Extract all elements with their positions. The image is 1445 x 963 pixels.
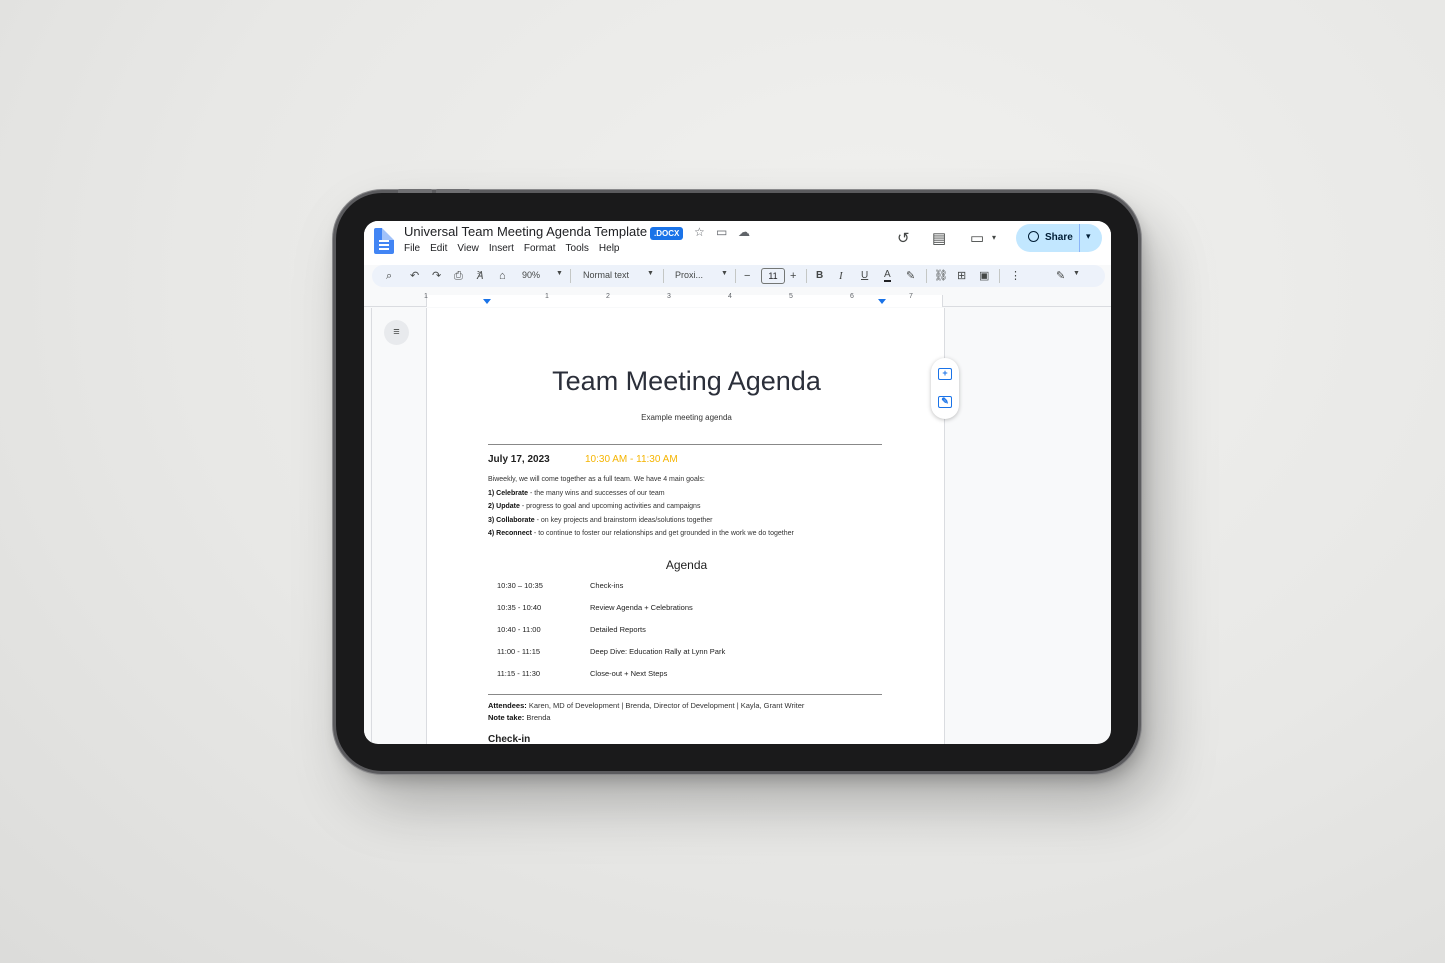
document-page[interactable]: Team Meeting Agenda Example meeting agen…	[426, 308, 945, 744]
ruler-number: 6	[850, 293, 854, 300]
decrease-font-size-button[interactable]: −	[744, 269, 750, 283]
redo-icon[interactable]: ↷	[432, 269, 441, 283]
chevron-down-icon[interactable]: ▼	[647, 270, 654, 277]
underline-button[interactable]: U	[861, 269, 868, 283]
insert-image-icon[interactable]: ▣	[979, 269, 989, 283]
formatting-toolbar: ⌕ ↶ ↷ ⎙ Ꞻ ⌂ 90% ▼ Normal text ▼ Proxi...…	[372, 265, 1105, 287]
share-button[interactable]: Share ▾	[1016, 224, 1102, 252]
menu-format[interactable]: Format	[524, 243, 556, 254]
comments-icon[interactable]: ▤	[932, 229, 946, 247]
document-heading: Team Meeting Agenda	[552, 366, 821, 396]
note-taker-line: Note take: Brenda	[488, 713, 551, 722]
goal-item: 4) Reconnect - to continue to foster our…	[488, 530, 794, 537]
insert-link-icon[interactable]: ⛓	[934, 269, 948, 283]
document-subtitle: Example meeting agenda	[641, 413, 732, 422]
horizontal-ruler[interactable]: 1 1 2 3 4 5 6 7	[364, 291, 1111, 307]
ruler-number: 1	[545, 293, 549, 300]
increase-font-size-button[interactable]: +	[790, 269, 796, 283]
version-history-icon[interactable]: ↺	[897, 229, 910, 247]
agenda-item: Close-out + Next Steps	[590, 669, 668, 678]
add-comment-icon[interactable]: +	[938, 368, 952, 380]
ruler-number: 3	[667, 293, 671, 300]
suggest-edits-icon[interactable]: ✎	[938, 396, 952, 408]
more-options-icon[interactable]: ⋮	[1010, 269, 1021, 283]
divider	[488, 444, 882, 445]
cloud-status-icon[interactable]: ☁	[738, 225, 750, 239]
menu-bar: File Edit View Insert Format Tools Help	[404, 243, 619, 254]
menu-insert[interactable]: Insert	[489, 243, 514, 254]
agenda-item: Check-ins	[590, 581, 624, 590]
meeting-date: July 17, 2023	[488, 454, 550, 465]
agenda-time: 11:00 - 11:15	[497, 647, 541, 656]
paint-format-icon[interactable]: ⌂	[499, 269, 506, 283]
italic-button[interactable]: I	[839, 269, 843, 283]
meeting-time: 10:30 AM - 11:30 AM	[585, 454, 678, 465]
ruler-number: 7	[909, 293, 913, 300]
menu-tools[interactable]: Tools	[566, 243, 589, 254]
left-indent-marker[interactable]	[483, 299, 491, 304]
goal-item: 1) Celebrate - the many wins and success…	[488, 490, 665, 497]
document-outline-button[interactable]: ≡	[384, 320, 409, 345]
search-menus-icon[interactable]: ⌕	[386, 269, 392, 283]
floating-comment-actions: + ✎	[931, 358, 959, 419]
paragraph-style-select[interactable]: Normal text	[583, 270, 629, 280]
check-in-heading: Check-in	[488, 734, 531, 744]
menu-view[interactable]: View	[457, 243, 479, 254]
ruler-number: 1	[424, 293, 428, 300]
goal-item: 2) Update - progress to goal and upcomin…	[488, 503, 701, 510]
right-indent-marker[interactable]	[878, 299, 886, 304]
attendees-line: Attendees: Karen, MD of Development | Br…	[488, 701, 805, 710]
agenda-time: 10:30 – 10:35	[497, 581, 543, 590]
zoom-select[interactable]: 90%	[522, 270, 540, 280]
share-label: Share	[1045, 232, 1073, 243]
intro-text: Biweekly, we will come together as a ful…	[488, 476, 705, 483]
bold-button[interactable]: B	[816, 269, 823, 283]
agenda-time: 10:40 - 11:00	[497, 625, 541, 634]
globe-icon	[1028, 231, 1039, 242]
agenda-heading: Agenda	[665, 558, 708, 572]
ruler-number: 2	[606, 293, 610, 300]
tablet-screen: Universal Team Meeting Agenda Template .…	[364, 221, 1111, 744]
font-size-input[interactable]: 11	[761, 268, 785, 284]
document-title[interactable]: Universal Team Meeting Agenda Template	[404, 224, 647, 239]
add-comment-icon[interactable]: ⊞	[957, 269, 966, 283]
chevron-down-icon[interactable]: ▼	[556, 270, 563, 277]
agenda-time: 11:15 - 11:30	[497, 669, 541, 678]
chevron-down-icon[interactable]: ▾	[992, 233, 996, 242]
tablet-top-button	[398, 189, 432, 193]
menu-help[interactable]: Help	[599, 243, 620, 254]
menu-edit[interactable]: Edit	[430, 243, 447, 254]
chevron-down-icon[interactable]: ▼	[721, 270, 728, 277]
meet-video-icon[interactable]: ▭	[970, 229, 984, 247]
docs-logo-icon[interactable]	[374, 228, 394, 254]
agenda-time: 10:35 - 10:40	[497, 603, 542, 612]
agenda-item: Deep Dive: Education Rally at Lynn Park	[590, 647, 726, 656]
divider	[488, 694, 882, 695]
title-bar: Universal Team Meeting Agenda Template .…	[364, 221, 1111, 265]
menu-file[interactable]: File	[404, 243, 420, 254]
agenda-item: Review Agenda + Celebrations	[590, 603, 693, 612]
star-icon[interactable]: ☆	[694, 225, 705, 239]
docx-badge: .DOCX	[650, 227, 684, 240]
agenda-item: Detailed Reports	[590, 625, 646, 634]
goal-item: 3) Collaborate - on key projects and bra…	[488, 517, 713, 524]
vertical-ruler[interactable]	[364, 308, 372, 744]
undo-icon[interactable]: ↶	[410, 269, 419, 283]
highlight-pen-icon[interactable]: ✎	[906, 269, 915, 283]
print-icon[interactable]: ⎙	[454, 269, 463, 283]
move-folder-icon[interactable]: ▭	[716, 225, 727, 239]
font-family-select[interactable]: Proxi...	[675, 270, 703, 280]
ruler-number: 5	[789, 293, 793, 300]
tablet-top-button	[436, 189, 470, 193]
spellcheck-icon[interactable]: Ꞻ	[477, 269, 483, 283]
chevron-down-icon[interactable]: ▼	[1073, 270, 1080, 277]
editing-mode-pencil-icon[interactable]: ✎	[1056, 269, 1065, 283]
share-options-chevron-icon[interactable]: ▾	[1086, 231, 1091, 242]
ruler-number: 4	[728, 293, 732, 300]
text-color-button[interactable]: A	[884, 269, 891, 282]
